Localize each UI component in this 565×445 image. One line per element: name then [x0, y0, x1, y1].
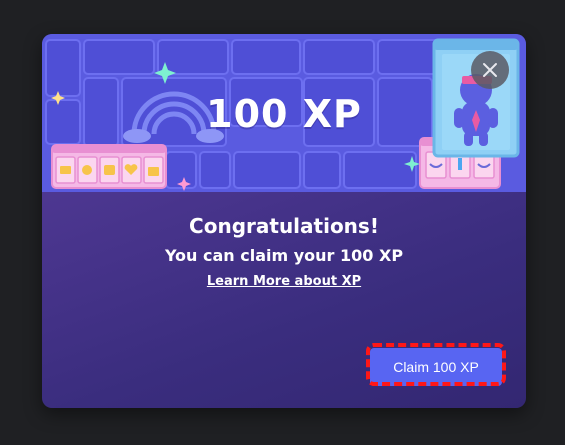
- banner-xp-text: 100 XP: [206, 92, 362, 136]
- dialog-subtitle: You can claim your 100 XP: [164, 246, 404, 265]
- learn-more-link[interactable]: Learn More about XP: [42, 274, 526, 289]
- close-button[interactable]: [471, 51, 509, 89]
- claim-xp-button[interactable]: Claim 100 XP: [370, 348, 502, 386]
- banner: 100 XP: [42, 34, 526, 192]
- dialog-title: Congratulations!: [189, 214, 379, 238]
- close-icon: [483, 63, 497, 77]
